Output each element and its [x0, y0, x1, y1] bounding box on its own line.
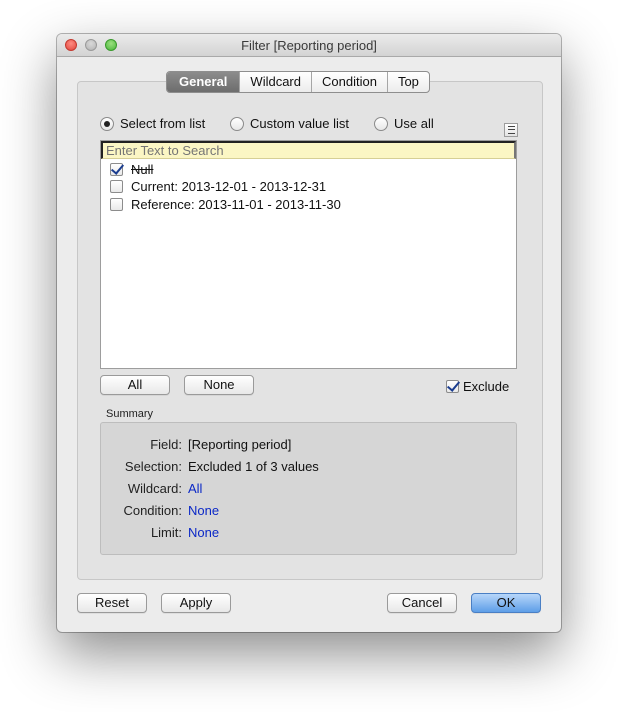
list-item[interactable]: Null [110, 161, 153, 177]
list-item[interactable]: Current: 2013-12-01 - 2013-12-31 [110, 178, 326, 194]
summary-row-condition: Condition: None [101, 503, 518, 521]
list-item-label: Null [131, 161, 154, 177]
apply-button[interactable]: Apply [161, 593, 231, 613]
cancel-button[interactable]: Cancel [387, 593, 457, 613]
window-title: Filter [Reporting period] [241, 38, 377, 53]
summary-row-limit: Limit: None [101, 525, 518, 543]
summary-link-condition[interactable]: None [188, 503, 219, 518]
search-input[interactable] [101, 141, 516, 159]
ok-button[interactable]: OK [471, 593, 541, 613]
title-bar: Filter [Reporting period] [57, 34, 561, 57]
checkbox[interactable] [110, 197, 123, 211]
radio-custom-value-list-label: Custom value list [250, 116, 349, 131]
radio-button-checked[interactable] [100, 116, 114, 131]
tab-bar: General Wildcard Condition Top [166, 71, 430, 93]
hamburger-icon [507, 126, 515, 134]
summary-key: Wildcard: [127, 481, 182, 496]
filter-dialog-window: Filter [Reporting period] General Wildca… [57, 34, 561, 632]
radio-button[interactable] [230, 116, 244, 131]
summary-key: Limit: [150, 525, 182, 540]
tab-top[interactable]: Top [386, 72, 429, 92]
summary-value: Excluded 1 of 3 values [188, 459, 319, 474]
summary-key: Condition: [123, 503, 182, 518]
tab-general[interactable]: General [167, 72, 240, 92]
exclude-checkbox[interactable] [446, 380, 459, 393]
radio-button[interactable] [374, 116, 388, 131]
exclude-label: Exclude [463, 379, 510, 394]
radio-use-all[interactable]: Use all [374, 116, 434, 131]
reset-button[interactable]: Reset [77, 593, 147, 613]
summary-value: [Reporting period] [188, 437, 292, 452]
tab-condition[interactable]: Condition [311, 72, 387, 92]
radio-select-from-list-label: Select from list [120, 116, 206, 131]
summary-row-field: Field: [Reporting period] [101, 437, 518, 455]
summary-row-wildcard: Wildcard: All [101, 481, 518, 499]
summary-row-selection: Selection: Excluded 1 of 3 values [101, 459, 518, 477]
list-item-label: Current: 2013-12-01 - 2013-12-31 [131, 178, 327, 194]
tab-wildcard[interactable]: Wildcard [239, 72, 311, 92]
list-options-menu-button[interactable] [504, 123, 518, 137]
values-list: Null Current: 2013-12-01 - 2013-12-31 Re… [100, 140, 517, 369]
exclude-toggle[interactable]: Exclude [446, 379, 509, 394]
summary-key: Selection: [124, 459, 182, 474]
select-none-button[interactable]: None [184, 375, 254, 395]
radio-select-from-list[interactable]: Select from list [100, 116, 205, 131]
summary-heading: Summary [106, 408, 154, 420]
summary-link-wildcard[interactable]: All [188, 481, 202, 496]
summary-link-limit[interactable]: None [188, 525, 219, 540]
summary-key: Field: [150, 437, 182, 452]
checkbox[interactable] [110, 179, 123, 193]
list-item[interactable]: Reference: 2013-11-01 - 2013-11-30 [110, 196, 341, 212]
checkbox-checked[interactable] [110, 162, 123, 176]
list-item-label: Reference: 2013-11-01 - 2013-11-30 [131, 196, 341, 212]
summary-panel: Field: [Reporting period] Selection: Exc… [100, 422, 517, 555]
radio-custom-value-list[interactable]: Custom value list [230, 116, 349, 131]
radio-use-all-label: Use all [394, 116, 434, 131]
select-all-button[interactable]: All [100, 375, 170, 395]
